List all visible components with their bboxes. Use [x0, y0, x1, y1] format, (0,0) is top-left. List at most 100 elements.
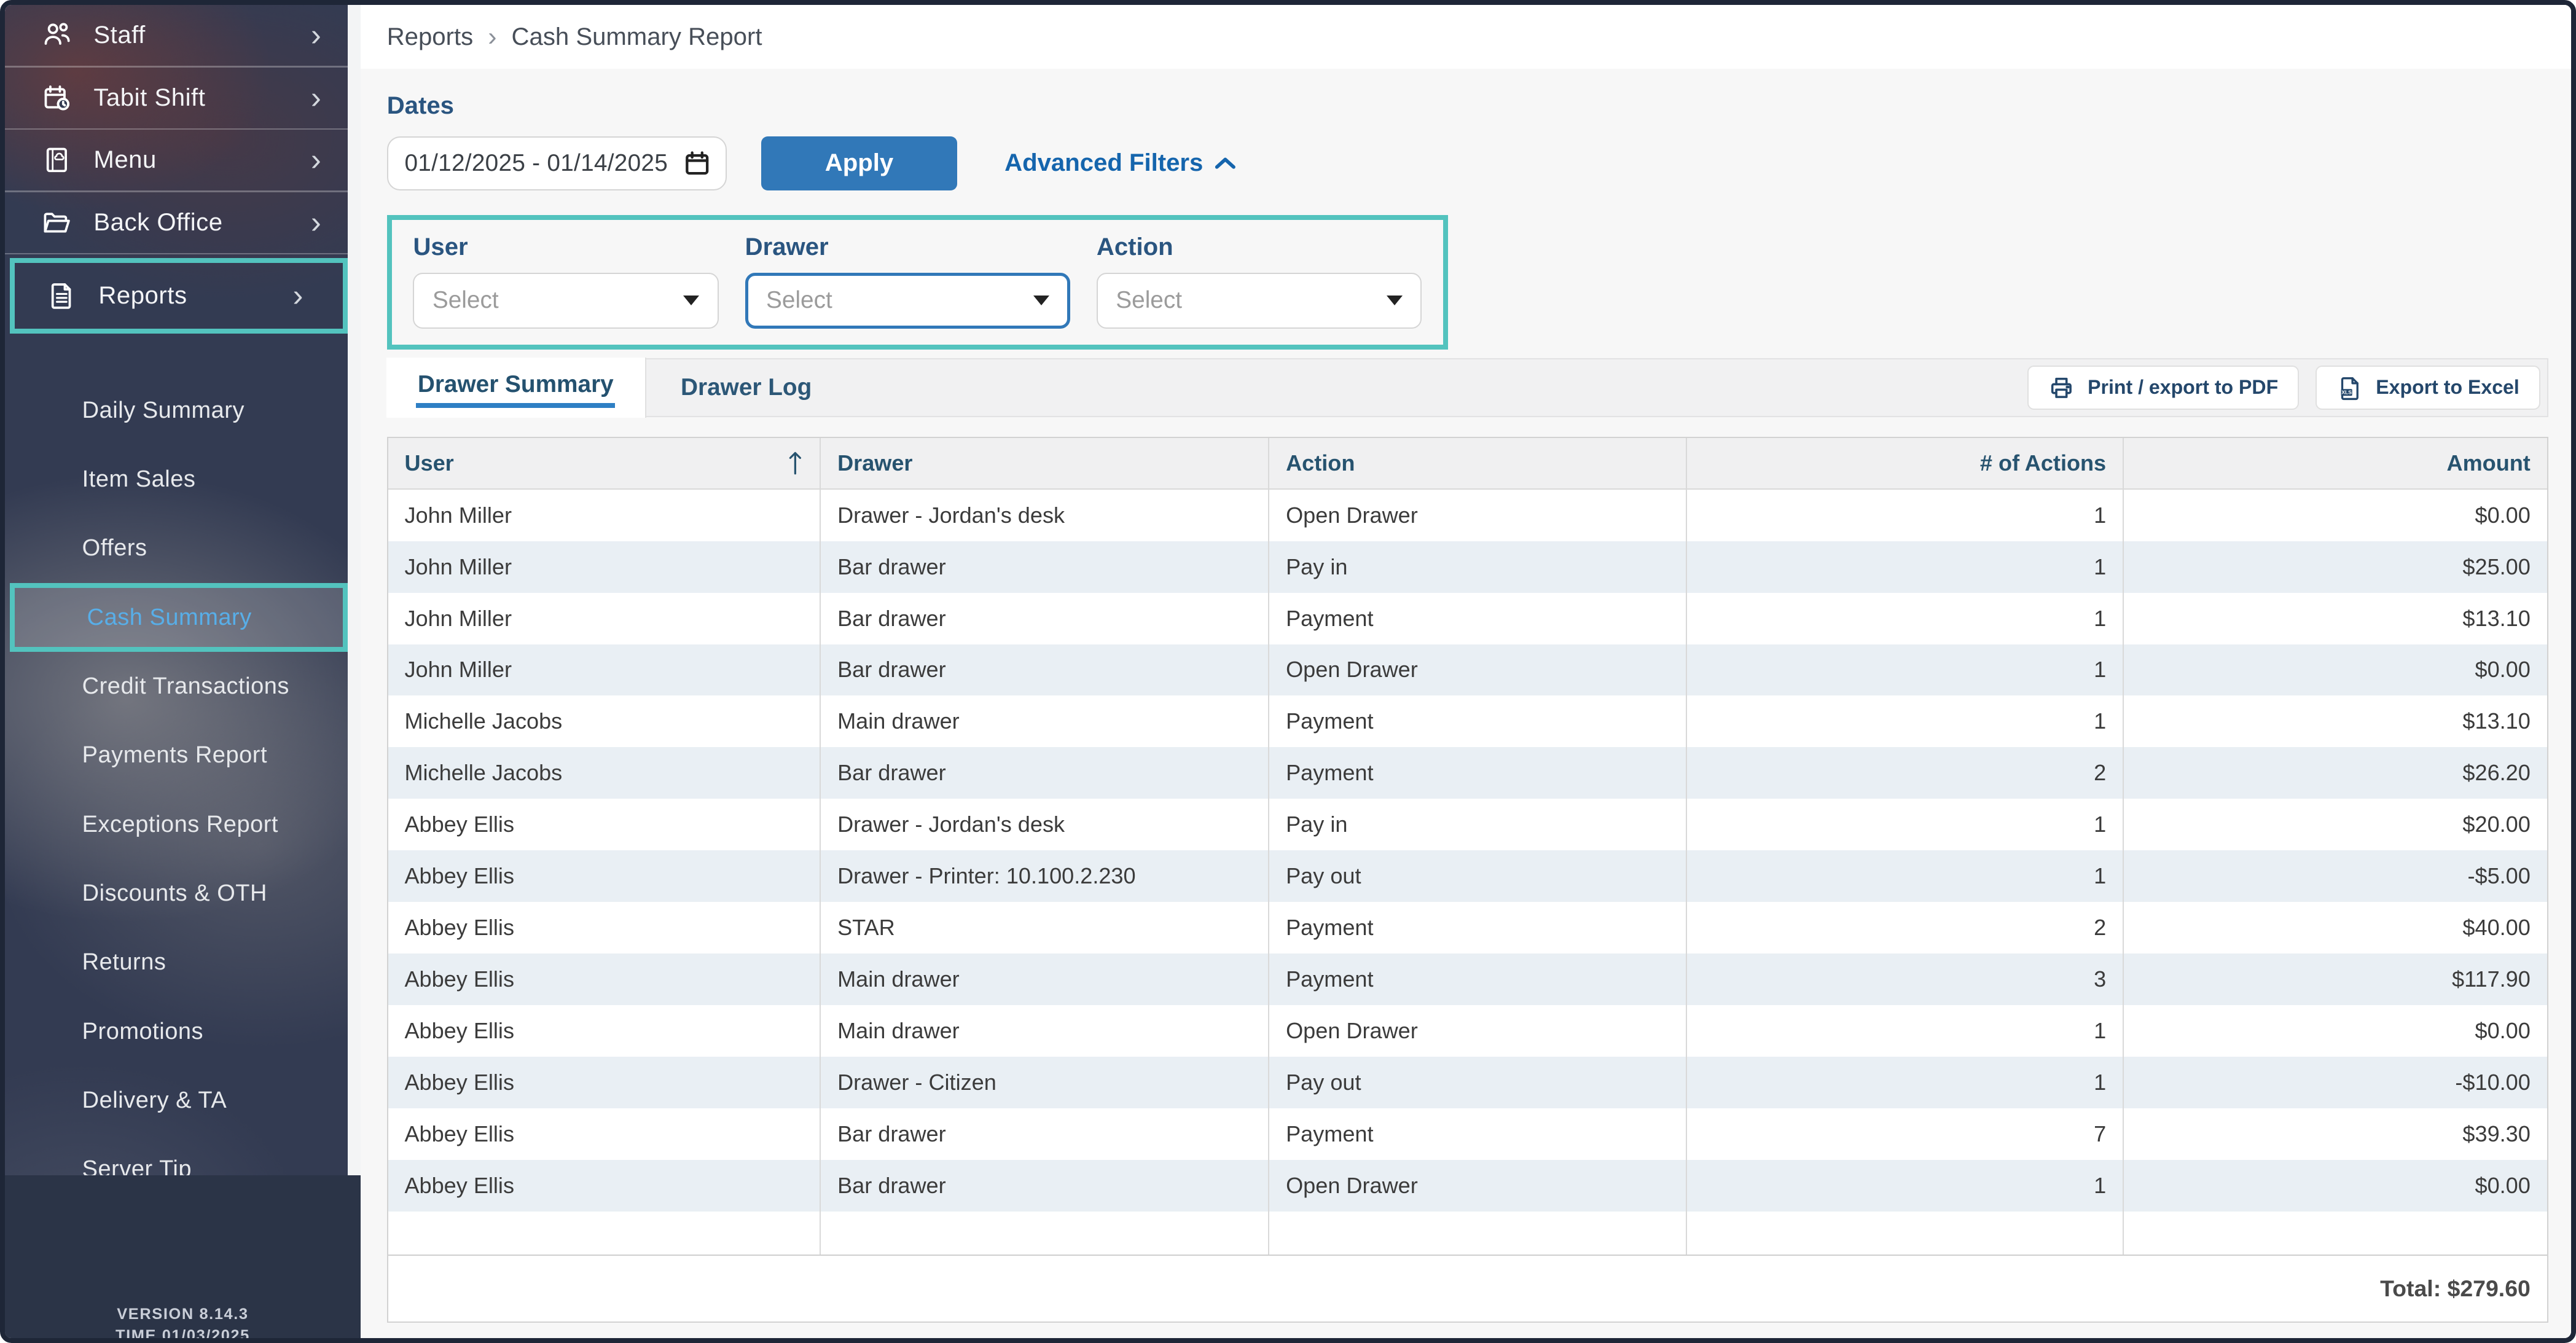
filter-drawer: Drawer Select — [745, 233, 1070, 329]
sidebar-item-staff[interactable]: Staff › — [5, 5, 361, 66]
column-header-user[interactable]: User — [388, 438, 821, 488]
table-row: Abbey Ellis Bar drawer Payment 7 $39.30 — [388, 1108, 2547, 1160]
cell-num-actions: 1 — [1687, 695, 2124, 747]
time-text: TIME 01/03/2025 — [115, 1325, 250, 1338]
cell-amount: $40.00 — [2124, 902, 2547, 953]
caret-down-icon — [683, 296, 699, 305]
cell-drawer: Drawer - Jordan's desk — [821, 799, 1269, 850]
sidebar-subitem[interactable]: Cash Summary — [10, 583, 348, 652]
apply-button[interactable]: Apply — [761, 136, 957, 190]
xls-file-icon: XLS — [2336, 375, 2363, 401]
table-row: John Miller Bar drawer Payment 1 $13.10 — [388, 593, 2547, 644]
drawer-summary-table: User Drawer Action # of Actions Amount J… — [387, 437, 2548, 1323]
date-range-value: 01/12/2025 - 01/14/2025 — [404, 150, 683, 177]
cell-amount: $0.00 — [2124, 490, 2547, 541]
date-range-input[interactable]: 01/12/2025 - 01/14/2025 — [387, 136, 727, 190]
table-row: Abbey Ellis Main drawer Open Drawer 1 $0… — [388, 1005, 2547, 1057]
sidebar-subitem[interactable]: Item Sales — [5, 445, 361, 514]
cell-num-actions: 1 — [1687, 1057, 2124, 1108]
sidebar-subitem[interactable]: Payments Report — [5, 721, 361, 790]
table-row: Abbey Ellis Drawer - Jordan's desk Pay i… — [388, 799, 2547, 850]
cell-num-actions: 2 — [1687, 747, 2124, 799]
column-header-action[interactable]: Action — [1269, 438, 1686, 488]
table-row: Abbey Ellis Bar drawer Open Drawer 1 $0.… — [388, 1160, 2547, 1212]
sidebar-item-back-office[interactable]: Back Office › — [5, 192, 361, 253]
filter-action: Action Select — [1097, 233, 1422, 329]
chevron-right-icon: › — [292, 280, 303, 311]
cell-amount: $0.00 — [2124, 1160, 2547, 1212]
drawer-select[interactable]: Select — [745, 273, 1070, 329]
sidebar-subitem[interactable]: Offers — [5, 514, 361, 583]
table-row: Michelle Jacobs Bar drawer Payment 2 $26… — [388, 747, 2547, 799]
column-header-amount[interactable]: Amount — [2124, 438, 2547, 488]
sidebar-subitem[interactable]: Promotions — [5, 997, 361, 1066]
cell-action: Open Drawer — [1269, 1160, 1686, 1212]
column-header-num-actions[interactable]: # of Actions — [1687, 438, 2124, 488]
cell-action: Pay out — [1269, 850, 1686, 902]
page-title: Cash Summary Report — [512, 23, 762, 51]
tab-drawer-summary[interactable]: Drawer Summary — [386, 358, 646, 418]
sidebar-item-menu[interactable]: Menu › — [5, 130, 361, 190]
cell-user: Abbey Ellis — [388, 902, 821, 953]
cell-drawer: Main drawer — [821, 695, 1269, 747]
caret-down-icon — [1033, 296, 1049, 305]
table-row: Abbey Ellis Drawer - Citizen Pay out 1 -… — [388, 1057, 2547, 1108]
chevron-right-icon: › — [311, 144, 321, 176]
sidebar-subitem[interactable]: Exceptions Report — [5, 790, 361, 859]
sidebar-subitem[interactable]: Delivery & TA — [5, 1066, 361, 1135]
sort-asc-icon — [787, 450, 804, 476]
cell-num-actions: 1 — [1687, 644, 2124, 696]
cell-num-actions: 1 — [1687, 850, 2124, 902]
breadcrumb: Reports › Cash Summary Report — [361, 5, 2571, 69]
column-header-drawer[interactable]: Drawer — [821, 438, 1269, 488]
drawer-filter-label: Drawer — [745, 233, 1070, 263]
user-filter-label: User — [413, 233, 718, 263]
cell-num-actions: 1 — [1687, 593, 2124, 644]
cell-amount: $117.90 — [2124, 953, 2547, 1005]
table-row: John Miller Bar drawer Open Drawer 1 $0.… — [388, 644, 2547, 696]
sidebar-subitem[interactable]: Discounts & OTH — [5, 859, 361, 928]
sidebar-item-label: Back Office — [93, 209, 310, 237]
sidebar-item-reports[interactable]: Reports › — [15, 263, 343, 329]
print-export-pdf-button[interactable]: Print / export to PDF — [2027, 366, 2299, 410]
cell-num-actions: 2 — [1687, 902, 2124, 953]
chevron-up-icon — [1215, 157, 1236, 170]
cell-user: Abbey Ellis — [388, 850, 821, 902]
calendar-icon[interactable] — [683, 149, 711, 177]
filter-user: User Select — [413, 233, 718, 329]
reports-highlight-box: Reports › — [10, 258, 348, 334]
cell-action: Open Drawer — [1269, 1005, 1686, 1057]
export-buttons: Print / export to PDF XLS Export to Exce… — [2027, 359, 2547, 416]
main-area: Reports › Cash Summary Report Dates 01/1… — [361, 5, 2571, 1338]
cell-drawer: Bar drawer — [821, 593, 1269, 644]
cell-drawer: Drawer - Printer: 10.100.2.230 — [821, 850, 1269, 902]
cell-num-actions: 1 — [1687, 799, 2124, 850]
cell-amount: $26.20 — [2124, 747, 2547, 799]
table-row: Michelle Jacobs Main drawer Payment 1 $1… — [388, 695, 2547, 747]
export-excel-button[interactable]: XLS Export to Excel — [2316, 366, 2540, 410]
dates-label: Dates — [387, 92, 2548, 125]
tab-drawer-log[interactable]: Drawer Log — [646, 359, 847, 416]
sidebar-subitem[interactable]: Daily Summary — [5, 376, 361, 445]
shift-calendar-icon — [41, 82, 72, 114]
cell-drawer: Main drawer — [821, 1005, 1269, 1057]
breadcrumb-parent[interactable]: Reports — [387, 23, 473, 51]
user-select[interactable]: Select — [413, 273, 718, 329]
total-amount: Total: $279.60 — [2380, 1275, 2531, 1302]
cell-user: Abbey Ellis — [388, 1108, 821, 1160]
sidebar-divider — [5, 253, 361, 255]
advanced-filters-toggle[interactable]: Advanced Filters — [1004, 149, 1236, 177]
cell-action: Open Drawer — [1269, 644, 1686, 696]
table-empty-row — [388, 1212, 2547, 1255]
action-select-placeholder: Select — [1116, 287, 1387, 314]
action-select[interactable]: Select — [1097, 273, 1422, 329]
cell-drawer: STAR — [821, 902, 1269, 953]
cell-amount: $0.00 — [2124, 1005, 2547, 1057]
sidebar-subitem[interactable]: Returns — [5, 928, 361, 997]
date-controls-row: 01/12/2025 - 01/14/2025 Apply Advanced F… — [387, 136, 2548, 190]
sidebar-subitem[interactable]: Credit Transactions — [5, 652, 361, 721]
sidebar-item-tabit-shift[interactable]: Tabit Shift › — [5, 68, 361, 128]
action-filter-label: Action — [1097, 233, 1422, 263]
cell-action: Payment — [1269, 695, 1686, 747]
sidebar-item-label: Reports — [98, 282, 292, 310]
